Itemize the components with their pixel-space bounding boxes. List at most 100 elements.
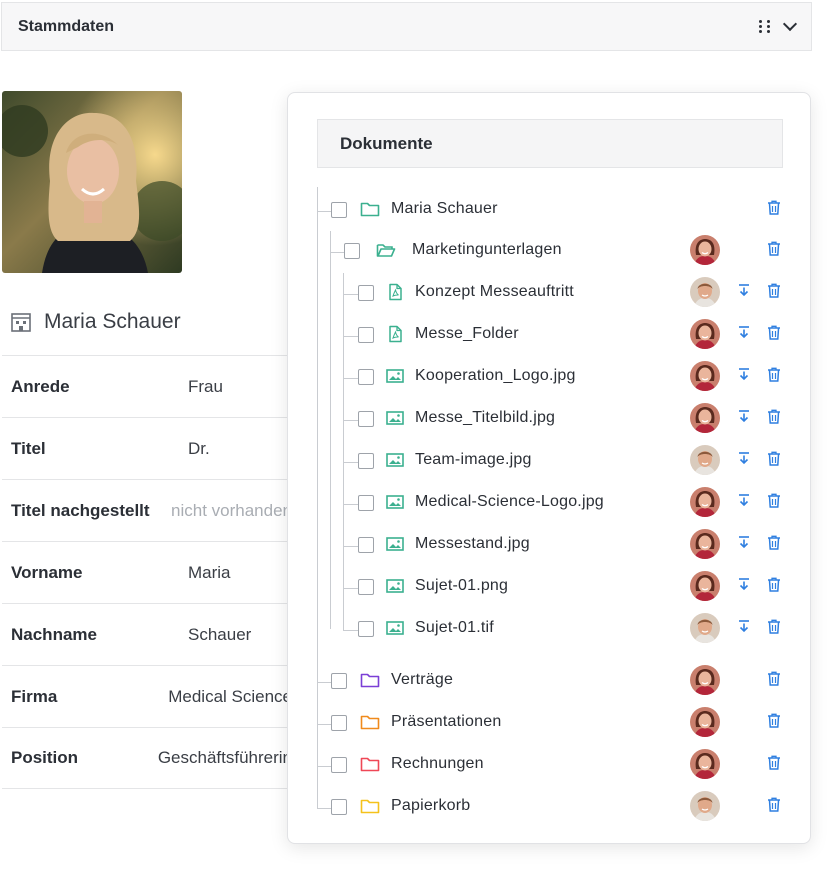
- tree-folder-row[interactable]: Papierkorb: [288, 788, 812, 830]
- tree-item-label[interactable]: Verträge: [391, 671, 453, 689]
- row-checkbox[interactable]: [331, 202, 347, 218]
- tree-item-label[interactable]: Messestand.jpg: [415, 535, 530, 553]
- tree-item-label[interactable]: Maria Schauer: [391, 200, 498, 218]
- trash-icon[interactable]: [767, 325, 781, 340]
- tree-item-label[interactable]: Sujet-01.png: [415, 577, 508, 595]
- tree-folder-row[interactable]: Verträge: [288, 662, 812, 704]
- owner-avatar: [690, 445, 720, 475]
- tree-branch: [317, 808, 331, 809]
- image-file-icon: [385, 493, 405, 511]
- row-checkbox[interactable]: [331, 673, 347, 689]
- tree-item-label[interactable]: Kooperation_Logo.jpg: [415, 367, 576, 385]
- tree-file-row[interactable]: Team-image.jpg: [288, 442, 812, 484]
- download-icon[interactable]: [737, 283, 751, 297]
- field-value[interactable]: Dr.: [188, 439, 210, 459]
- download-icon[interactable]: [737, 577, 751, 591]
- row-checkbox[interactable]: [358, 411, 374, 427]
- field-value[interactable]: Geschäftsführerin: [158, 748, 292, 768]
- field-value[interactable]: Frau: [188, 377, 223, 397]
- field-label: Titel: [11, 438, 46, 458]
- owner-avatar: [690, 235, 720, 265]
- owner-avatar: [690, 571, 720, 601]
- row-checkbox[interactable]: [358, 537, 374, 553]
- tree-item-label[interactable]: Präsentationen: [391, 713, 501, 731]
- row-checkbox[interactable]: [331, 715, 347, 731]
- download-icon[interactable]: [737, 409, 751, 423]
- trash-icon[interactable]: [767, 577, 781, 592]
- owner-avatar: [690, 361, 720, 391]
- tree-file-row[interactable]: Konzept Messeauftritt: [288, 274, 812, 316]
- download-icon[interactable]: [737, 325, 751, 339]
- field-value[interactable]: Schauer: [188, 625, 251, 645]
- trash-icon[interactable]: [767, 409, 781, 424]
- trash-icon[interactable]: [767, 367, 781, 382]
- tree-item-label[interactable]: Konzept Messeauftritt: [415, 283, 574, 301]
- trash-icon[interactable]: [767, 200, 781, 215]
- row-checkbox[interactable]: [358, 453, 374, 469]
- trash-icon[interactable]: [767, 619, 781, 634]
- tree-item-label[interactable]: Sujet-01.tif: [415, 619, 494, 637]
- image-file-icon: [385, 619, 405, 637]
- tree-item-label[interactable]: Messe_Titelbild.jpg: [415, 409, 555, 427]
- trash-icon[interactable]: [767, 755, 781, 770]
- tree-file-row[interactable]: Sujet-01.tif: [288, 610, 812, 652]
- owner-avatar: [690, 403, 720, 433]
- row-checkbox[interactable]: [358, 327, 374, 343]
- image-file-icon: [385, 409, 405, 427]
- tree-item-label[interactable]: Medical-Science-Logo.jpg: [415, 493, 604, 511]
- building-icon: [11, 313, 31, 332]
- tree-branch: [343, 378, 358, 379]
- trash-icon[interactable]: [767, 283, 781, 298]
- row-checkbox[interactable]: [331, 799, 347, 815]
- tree-branch: [330, 252, 344, 253]
- download-icon[interactable]: [737, 619, 751, 633]
- row-checkbox[interactable]: [358, 621, 374, 637]
- tree-folder-row[interactable]: Maria Schauer: [288, 191, 812, 233]
- tree-folder-row[interactable]: Präsentationen: [288, 704, 812, 746]
- field-row: Vorname Maria: [2, 541, 292, 603]
- row-checkbox[interactable]: [358, 579, 374, 595]
- owner-avatar: [690, 613, 720, 643]
- owner-avatar: [690, 277, 720, 307]
- field-value[interactable]: Maria: [188, 563, 231, 583]
- row-checkbox[interactable]: [358, 285, 374, 301]
- tree-file-row[interactable]: Medical-Science-Logo.jpg: [288, 484, 812, 526]
- drag-handle-icon[interactable]: [759, 19, 771, 34]
- download-icon[interactable]: [737, 451, 751, 465]
- tree-item-label[interactable]: Messe_Folder: [415, 325, 519, 343]
- field-value[interactable]: Medical Science: [168, 687, 292, 707]
- tree-folder-row[interactable]: Marketingunterlagen: [288, 232, 812, 274]
- trash-icon[interactable]: [767, 241, 781, 256]
- tree-file-row[interactable]: Kooperation_Logo.jpg: [288, 358, 812, 400]
- field-label: Position: [11, 748, 79, 767]
- field-value[interactable]: nicht vorhanden: [171, 501, 292, 521]
- owner-avatar: [690, 665, 720, 695]
- profile-fields: Anrede Frau Titel Dr. Titel nachgestellt nich…: [2, 355, 292, 789]
- trash-icon[interactable]: [767, 797, 781, 812]
- row-checkbox[interactable]: [331, 757, 347, 773]
- tree-item-label[interactable]: Team-image.jpg: [415, 451, 532, 469]
- row-checkbox[interactable]: [358, 369, 374, 385]
- tree-file-row[interactable]: Messestand.jpg: [288, 526, 812, 568]
- download-icon[interactable]: [737, 535, 751, 549]
- tree-item-label[interactable]: Marketingunterlagen: [412, 241, 562, 259]
- trash-icon[interactable]: [767, 493, 781, 508]
- tree-item-label[interactable]: Rechnungen: [391, 755, 484, 773]
- tree-file-row[interactable]: Messe_Titelbild.jpg: [288, 400, 812, 442]
- row-checkbox[interactable]: [358, 495, 374, 511]
- trash-icon[interactable]: [767, 671, 781, 686]
- trash-icon[interactable]: [767, 535, 781, 550]
- tree-file-row[interactable]: Sujet-01.png: [288, 568, 812, 610]
- download-icon[interactable]: [737, 367, 751, 381]
- tree-folder-row[interactable]: Rechnungen: [288, 746, 812, 788]
- chevron-down-icon[interactable]: [782, 16, 798, 32]
- trash-icon[interactable]: [767, 713, 781, 728]
- field-label: Nachname: [11, 624, 97, 644]
- trash-icon[interactable]: [767, 451, 781, 466]
- tree-file-row[interactable]: Messe_Folder: [288, 316, 812, 358]
- section-title: Stammdaten: [18, 17, 115, 35]
- row-checkbox[interactable]: [344, 243, 360, 259]
- download-icon[interactable]: [737, 493, 751, 507]
- tree-item-label[interactable]: Papierkorb: [391, 797, 470, 815]
- tree-branch: [343, 336, 358, 337]
